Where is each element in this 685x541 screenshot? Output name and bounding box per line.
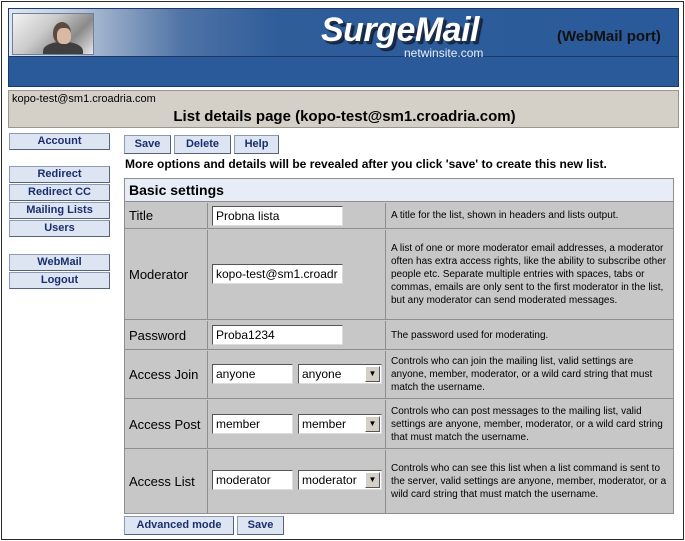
sidebar-item-mailing-lists[interactable]: Mailing Lists [9,202,110,219]
surgemail-logo: SurgeMail [321,11,479,49]
access-join-input[interactable]: anyone [212,364,293,384]
access-post-label: Access Post [125,400,208,448]
page-title: List details page (kopo-test@sm1.croadri… [173,108,516,125]
help-button[interactable]: Help [234,135,279,154]
user-title-bar: kopo-test@sm1.croadria.com List details … [8,90,679,128]
sidebar-item-account[interactable]: Account [9,133,110,150]
setting-row-password: Password Proba1234 The password used for… [125,321,673,350]
access-post-input-cell: member member ▼ [208,400,386,448]
setting-row-access-post: Access Post member member ▼ Controls who… [125,400,673,449]
port-label: (WebMail port) [557,28,661,45]
access-list-select[interactable]: moderator ▼ [298,470,382,490]
sidebar-item-redirect-cc[interactable]: Redirect CC [9,184,110,201]
moderator-description: A list of one or more moderator email ad… [391,243,667,306]
access-post-select[interactable]: member ▼ [298,414,382,434]
save-button[interactable]: Save [124,135,171,154]
password-description: The password used for moderating. [391,329,549,341]
moderator-label: Moderator [125,230,208,319]
save-button-bottom[interactable]: Save [237,516,284,535]
delete-button[interactable]: Delete [174,135,231,154]
password-input[interactable]: Proba1234 [212,325,343,345]
banner-strip: SurgeMail netwinsite.com (WebMail port) [9,9,678,60]
title-label: Title [125,203,208,228]
dropdown-arrow-icon[interactable]: ▼ [365,472,380,488]
sidebar-item-users[interactable]: Users [9,220,110,237]
settings-heading: Basic settings [125,179,673,202]
header-banner: SurgeMail netwinsite.com (WebMail port) [8,8,679,87]
access-join-select[interactable]: anyone ▼ [298,364,382,384]
sidebar-item-redirect[interactable]: Redirect [9,166,110,183]
basic-settings-table: Basic settings Title Probna lista A titl… [124,178,674,514]
sidebar-item-webmail[interactable]: WebMail [9,254,110,271]
dropdown-arrow-icon[interactable]: ▼ [365,416,380,432]
title-input[interactable]: Probna lista [212,206,343,226]
moderator-input-cell: kopo-test@sm1.croadr [208,230,386,319]
logo-subtitle: netwinsite.com [404,46,484,60]
access-post-input[interactable]: member [212,414,293,434]
access-join-label: Access Join [125,351,208,398]
access-join-description: Controls who can join the mailing list, … [391,356,653,393]
access-join-select-value: anyone [302,367,342,381]
setting-row-title: Title Probna lista A title for the list,… [125,203,673,229]
access-post-description: Controls who can post messages to the ma… [391,405,663,443]
access-list-description: Controls who can see this list when a li… [391,463,667,500]
app-window: SurgeMail netwinsite.com (WebMail port) … [1,1,684,540]
banner-photo [12,13,94,55]
setting-row-access-join: Access Join anyone anyone ▼ Controls who… [125,351,673,399]
access-list-label: Access List [125,450,208,513]
user-email: kopo-test@sm1.croadria.com [12,93,156,105]
password-input-cell: Proba1234 [208,321,386,349]
access-join-input-cell: anyone anyone ▼ [208,351,386,398]
dropdown-arrow-icon[interactable]: ▼ [365,366,380,382]
setting-row-moderator: Moderator kopo-test@sm1.croadr A list of… [125,230,673,320]
setting-row-access-list: Access List moderator moderator ▼ Contro… [125,450,673,513]
title-input-cell: Probna lista [208,203,386,228]
title-description: A title for the list, shown in headers a… [391,210,619,221]
access-list-select-value: moderator [302,473,357,487]
access-list-input[interactable]: moderator [212,470,293,490]
photo-figure-face [57,28,71,44]
password-label: Password [125,321,208,349]
info-notice: More options and details will be reveale… [125,157,607,171]
access-list-input-cell: moderator moderator ▼ [208,450,386,513]
moderator-input[interactable]: kopo-test@sm1.croadr [212,264,343,284]
advanced-mode-button[interactable]: Advanced mode [124,516,234,535]
sidebar-item-logout[interactable]: Logout [9,272,110,289]
access-post-select-value: member [302,417,347,431]
